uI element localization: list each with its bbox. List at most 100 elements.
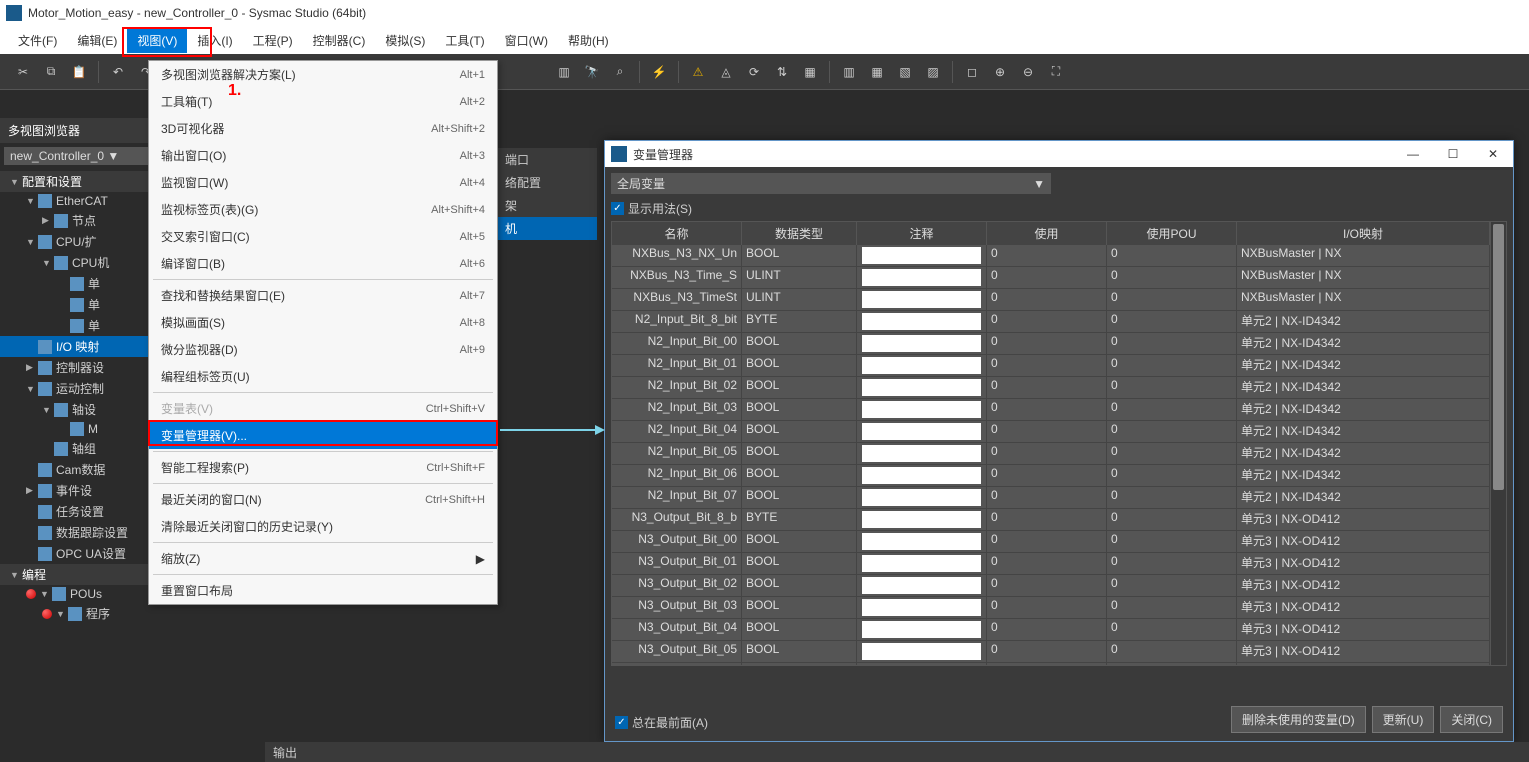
- search-icon[interactable]: ⌕: [607, 59, 633, 85]
- cell-comment-input[interactable]: [862, 423, 981, 440]
- menu-item[interactable]: 模拟画面(S)Alt+8: [149, 309, 497, 336]
- table-row[interactable]: N3_Output_Bit_01BOOL00单元3 | NX-OD412: [612, 553, 1490, 575]
- menu-item[interactable]: 编辑(E): [67, 28, 127, 53]
- mode-icon[interactable]: ▦: [797, 59, 823, 85]
- cell-name[interactable]: N3_Output_Bit_05: [612, 641, 742, 663]
- cell-name[interactable]: N2_Input_Bit_01: [612, 355, 742, 377]
- close-dialog-button[interactable]: 关闭(C): [1440, 706, 1503, 733]
- menu-item[interactable]: 插入(I): [187, 28, 242, 53]
- sync-icon[interactable]: ⟳: [741, 59, 767, 85]
- cell-name[interactable]: NXBus_N3_Time_S: [612, 267, 742, 289]
- cell-name[interactable]: N3_Output_Bit_00: [612, 531, 742, 553]
- cell-name[interactable]: N3_Output_Bit_02: [612, 575, 742, 597]
- menu-item[interactable]: 清除最近关闭窗口的历史记录(Y): [149, 513, 497, 540]
- table-row[interactable]: N2_Input_Bit_02BOOL00单元2 | NX-ID4342: [612, 377, 1490, 399]
- cell-comment-input[interactable]: [862, 401, 981, 418]
- zoom-out-icon[interactable]: ⊖: [1015, 59, 1041, 85]
- online-icon[interactable]: ◬: [713, 59, 739, 85]
- cell-comment-input[interactable]: [862, 291, 981, 308]
- layout4-icon[interactable]: ▨: [920, 59, 946, 85]
- cell-comment-input[interactable]: [862, 379, 981, 396]
- cell-name[interactable]: N2_Input_Bit_04: [612, 421, 742, 443]
- cell-comment-input[interactable]: [862, 335, 981, 352]
- port-panel-row[interactable]: 端口: [497, 148, 597, 171]
- port-panel-row[interactable]: 络配置: [497, 171, 597, 194]
- menu-item[interactable]: 监视标签页(表)(G)Alt+Shift+4: [149, 196, 497, 223]
- layout1-icon[interactable]: ▥: [836, 59, 862, 85]
- cell-type[interactable]: BOOL: [742, 443, 857, 465]
- menu-item[interactable]: 最近关闭的窗口(N)Ctrl+Shift+H: [149, 486, 497, 513]
- copy-icon[interactable]: ⧉: [38, 59, 64, 85]
- select-icon[interactable]: ◻: [959, 59, 985, 85]
- port-panel-row[interactable]: 机: [497, 217, 597, 240]
- port-panel-row[interactable]: 架: [497, 194, 597, 217]
- menu-item[interactable]: 监视窗口(W)Alt+4: [149, 169, 497, 196]
- table-row[interactable]: NXBus_N3_Time_SULINT00NXBusMaster | NX: [612, 267, 1490, 289]
- cell-comment-input[interactable]: [862, 533, 981, 550]
- cell-name[interactable]: NXBus_N3_NX_Un: [612, 245, 742, 267]
- cell-type[interactable]: BOOL: [742, 553, 857, 575]
- table-row[interactable]: N3_Output_Bit_00BOOL00单元3 | NX-OD412: [612, 531, 1490, 553]
- cell-name[interactable]: N2_Input_Bit_06: [612, 465, 742, 487]
- cell-type[interactable]: BOOL: [742, 377, 857, 399]
- table-row[interactable]: N3_Output_Bit_03BOOL00单元3 | NX-OD412: [612, 597, 1490, 619]
- cell-type[interactable]: BOOL: [742, 465, 857, 487]
- minimize-button[interactable]: —: [1393, 147, 1433, 161]
- menu-item[interactable]: 缩放(Z)▶: [149, 545, 497, 572]
- table-row[interactable]: N3_Output_Bit_02BOOL00单元3 | NX-OD412: [612, 575, 1490, 597]
- cell-name[interactable]: N2_Input_Bit_05: [612, 443, 742, 465]
- cell-comment-input[interactable]: [862, 555, 981, 572]
- menu-item[interactable]: 多视图浏览器解决方案(L)Alt+1: [149, 61, 497, 88]
- menu-item[interactable]: 微分监视器(D)Alt+9: [149, 336, 497, 363]
- cell-type[interactable]: BOOL: [742, 399, 857, 421]
- cell-comment-input[interactable]: [862, 621, 981, 638]
- scrollbar-thumb[interactable]: [1493, 224, 1504, 490]
- table-row[interactable]: N2_Input_Bit_04BOOL00单元2 | NX-ID4342: [612, 421, 1490, 443]
- cell-comment-input[interactable]: [862, 467, 981, 484]
- menu-item[interactable]: 视图(V): [127, 28, 187, 53]
- cell-type[interactable]: BOOL: [742, 641, 857, 663]
- cell-comment-input[interactable]: [862, 269, 981, 286]
- cell-type[interactable]: BOOL: [742, 355, 857, 377]
- cell-name[interactable]: N3_Output_Bit_8_b: [612, 509, 742, 531]
- maximize-button[interactable]: ☐: [1433, 147, 1473, 161]
- cell-type[interactable]: BOOL: [742, 575, 857, 597]
- cell-type[interactable]: BYTE: [742, 509, 857, 531]
- output-panel-tab[interactable]: 输出: [265, 742, 1529, 762]
- menu-item[interactable]: 工具箱(T)Alt+2: [149, 88, 497, 115]
- cell-type[interactable]: BOOL: [742, 619, 857, 641]
- transfer-icon[interactable]: ⇅: [769, 59, 795, 85]
- menu-item[interactable]: 查找和替换结果窗口(E)Alt+7: [149, 282, 497, 309]
- menu-item[interactable]: 工程(P): [243, 28, 303, 53]
- cell-name[interactable]: NXBus_N3_TimeSt: [612, 289, 742, 311]
- cell-comment-input[interactable]: [862, 313, 981, 330]
- menu-item[interactable]: 重置窗口布局: [149, 577, 497, 604]
- show-usage-checkbox[interactable]: ✓ 显示用法(S): [611, 200, 1507, 217]
- table-row[interactable]: N2_Input_Bit_01BOOL00单元2 | NX-ID4342: [612, 355, 1490, 377]
- layout2-icon[interactable]: ▦: [864, 59, 890, 85]
- delete-unused-button[interactable]: 删除未使用的变量(D): [1231, 706, 1366, 733]
- menu-item[interactable]: 工具(T): [435, 28, 494, 53]
- cell-type[interactable]: BOOL: [742, 333, 857, 355]
- menu-item[interactable]: 编程组标签页(U): [149, 363, 497, 390]
- update-button[interactable]: 更新(U): [1372, 706, 1435, 733]
- table-row[interactable]: NXBus_N3_NX_UnBOOL00NXBusMaster | NX: [612, 245, 1490, 267]
- table-row[interactable]: N3_Output_Bit_04BOOL00单元3 | NX-OD412: [612, 619, 1490, 641]
- menu-item[interactable]: 控制器(C): [303, 28, 376, 53]
- cell-comment-input[interactable]: [862, 577, 981, 594]
- binoculars-icon[interactable]: 🔭: [579, 59, 605, 85]
- menu-item[interactable]: 编译窗口(B)Alt+6: [149, 250, 497, 277]
- cell-name[interactable]: N3_Output_Bit_01: [612, 553, 742, 575]
- cell-name[interactable]: N2_Input_Bit_02: [612, 377, 742, 399]
- cell-name[interactable]: N3_Output_Bit_06: [612, 663, 742, 665]
- layout3-icon[interactable]: ▧: [892, 59, 918, 85]
- cell-name[interactable]: N2_Input_Bit_8_bit: [612, 311, 742, 333]
- table-row[interactable]: N2_Input_Bit_03BOOL00单元2 | NX-ID4342: [612, 399, 1490, 421]
- paste-icon[interactable]: 📋: [66, 59, 92, 85]
- cell-type[interactable]: BOOL: [742, 597, 857, 619]
- table-row[interactable]: N3_Output_Bit_8_bBYTE00单元3 | NX-OD412: [612, 509, 1490, 531]
- menu-item[interactable]: 变量管理器(V)...: [149, 422, 497, 449]
- cell-type[interactable]: ULINT: [742, 289, 857, 311]
- cell-name[interactable]: N2_Input_Bit_03: [612, 399, 742, 421]
- cell-type[interactable]: ULINT: [742, 267, 857, 289]
